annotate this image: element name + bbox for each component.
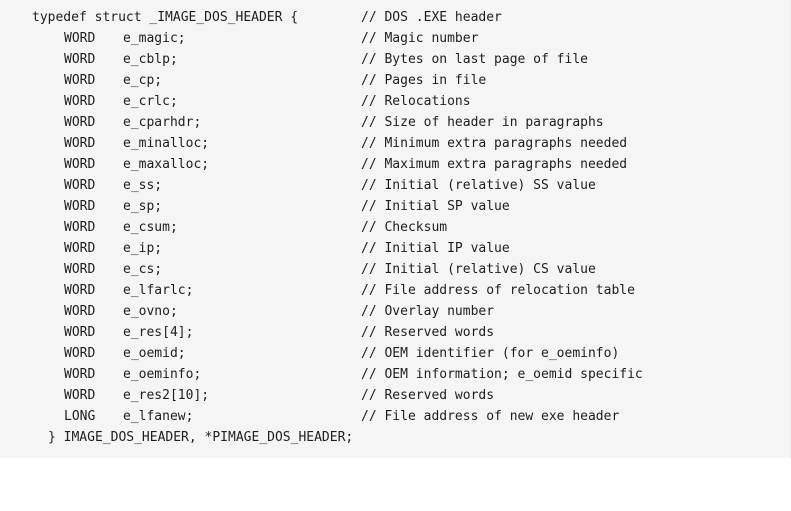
field-type: WORD bbox=[64, 262, 96, 277]
code-line-field: WORD e_cs; // Initial (relative) CS valu… bbox=[0, 259, 596, 280]
field-name: e_maxalloc; bbox=[123, 157, 210, 172]
code-line-typedef-open: typedef struct _IMAGE_DOS_HEADER { // DO… bbox=[0, 7, 502, 28]
code-comment: // Pages in file bbox=[361, 73, 487, 88]
code-block: typedef struct _IMAGE_DOS_HEADER { // DO… bbox=[0, 0, 791, 458]
field-name: e_oeminfo; bbox=[123, 367, 202, 382]
code-line-typedef-close: } IMAGE_DOS_HEADER, *PIMAGE_DOS_HEADER; bbox=[0, 427, 353, 448]
field-name: e_crlc; bbox=[123, 94, 178, 109]
field-type: WORD bbox=[64, 31, 96, 46]
field-type: WORD bbox=[64, 115, 96, 130]
field-name: e_cs; bbox=[123, 262, 163, 277]
field-name: e_res[4]; bbox=[123, 325, 194, 340]
code-comment: // Initial SP value bbox=[361, 199, 510, 214]
code-line-field: WORD e_sp; // Initial SP value bbox=[0, 196, 510, 217]
field-type: WORD bbox=[64, 304, 96, 319]
code-comment: // Initial (relative) CS value bbox=[361, 262, 596, 277]
field-name: e_csum; bbox=[123, 220, 178, 235]
code-line-field: WORD e_ss; // Initial (relative) SS valu… bbox=[0, 175, 596, 196]
field-type: WORD bbox=[64, 178, 96, 193]
code-line-field: WORD e_cparhdr; // Size of header in par… bbox=[0, 112, 604, 133]
code-comment: // Minimum extra paragraphs needed bbox=[361, 136, 628, 151]
field-name: e_oemid; bbox=[123, 346, 186, 361]
field-type: WORD bbox=[64, 241, 96, 256]
code-line-field: WORD e_crlc; // Relocations bbox=[0, 91, 471, 112]
code-line-field: WORD e_cblp; // Bytes on last page of fi… bbox=[0, 49, 588, 70]
code-line-field: WORD e_cp; // Pages in file bbox=[0, 70, 486, 91]
code-comment: // Magic number bbox=[361, 31, 479, 46]
code-comment: // File address of relocation table bbox=[361, 283, 635, 298]
code-comment: // Overlay number bbox=[361, 304, 495, 319]
typedef-declaration: typedef struct _IMAGE_DOS_HEADER { bbox=[32, 10, 299, 25]
code-line-field: WORD e_maxalloc; // Maximum extra paragr… bbox=[0, 154, 627, 175]
code-comment: // Size of header in paragraphs bbox=[361, 115, 604, 130]
code-comment: // Initial IP value bbox=[361, 241, 510, 256]
code-line-field: WORD e_minalloc; // Minimum extra paragr… bbox=[0, 133, 627, 154]
code-line-field: WORD e_csum; // Checksum bbox=[0, 217, 447, 238]
field-type: WORD bbox=[64, 157, 96, 172]
code-comment: // DOS .EXE header bbox=[361, 10, 502, 25]
code-comment: // Initial (relative) SS value bbox=[361, 178, 596, 193]
field-name: e_sp; bbox=[123, 199, 163, 214]
field-name: e_minalloc; bbox=[123, 136, 210, 151]
code-comment: // Bytes on last page of file bbox=[361, 52, 588, 67]
field-name: e_lfarlc; bbox=[123, 283, 194, 298]
field-name: e_lfanew; bbox=[123, 409, 194, 424]
field-type: WORD bbox=[64, 388, 96, 403]
field-name: e_ip; bbox=[123, 241, 163, 256]
field-name: e_cp; bbox=[123, 73, 163, 88]
field-type: WORD bbox=[64, 283, 96, 298]
code-line-field: WORD e_ip; // Initial IP value bbox=[0, 238, 510, 259]
code-comment: // File address of new exe header bbox=[361, 409, 620, 424]
field-name: e_cblp; bbox=[123, 52, 178, 67]
code-line-field: WORD e_oeminfo; // OEM information; e_oe… bbox=[0, 364, 643, 385]
code-line-field: WORD e_ovno; // Overlay number bbox=[0, 301, 494, 322]
code-comment: // Relocations bbox=[361, 94, 471, 109]
typedef-closing: } IMAGE_DOS_HEADER, *PIMAGE_DOS_HEADER; bbox=[48, 430, 354, 445]
field-name: e_res2[10]; bbox=[123, 388, 210, 403]
field-name: e_magic; bbox=[123, 31, 186, 46]
field-type: WORD bbox=[64, 346, 96, 361]
field-type: WORD bbox=[64, 136, 96, 151]
code-line-field: WORD e_oemid; // OEM identifier (for e_o… bbox=[0, 343, 619, 364]
code-line-field: LONG e_lfanew; // File address of new ex… bbox=[0, 406, 619, 427]
field-name: e_ovno; bbox=[123, 304, 178, 319]
code-comment: // OEM identifier (for e_oeminfo) bbox=[361, 346, 620, 361]
code-comment: // Maximum extra paragraphs needed bbox=[361, 157, 628, 172]
field-type: WORD bbox=[64, 52, 96, 67]
field-type: WORD bbox=[64, 367, 96, 382]
field-type: WORD bbox=[64, 199, 96, 214]
field-name: e_cparhdr; bbox=[123, 115, 202, 130]
field-name: e_ss; bbox=[123, 178, 163, 193]
field-type: WORD bbox=[64, 325, 96, 340]
field-type: WORD bbox=[64, 94, 96, 109]
code-comment: // Checksum bbox=[361, 220, 448, 235]
code-comment: // OEM information; e_oemid specific bbox=[361, 367, 643, 382]
code-comment: // Reserved words bbox=[361, 388, 495, 403]
code-comment: // Reserved words bbox=[361, 325, 495, 340]
code-line-field: WORD e_res2[10]; // Reserved words bbox=[0, 385, 494, 406]
code-line-field: WORD e_lfarlc; // File address of reloca… bbox=[0, 280, 635, 301]
field-type: WORD bbox=[64, 220, 96, 235]
code-line-field: WORD e_magic; // Magic number bbox=[0, 28, 478, 49]
code-line-field: WORD e_res[4]; // Reserved words bbox=[0, 322, 494, 343]
field-type: LONG bbox=[64, 409, 96, 424]
field-type: WORD bbox=[64, 73, 96, 88]
